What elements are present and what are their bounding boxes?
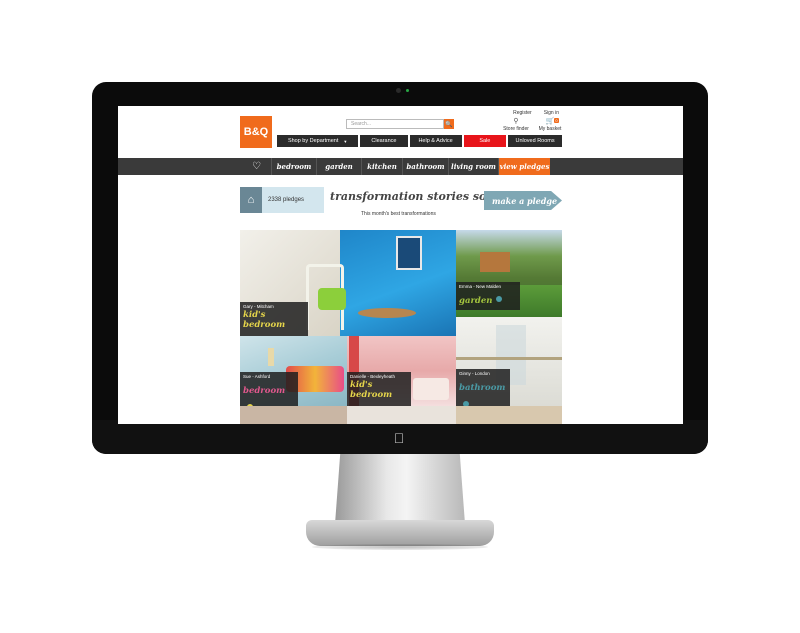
tile-author: Ginny - London <box>459 371 490 376</box>
cat-bedroom[interactable]: bedroom <box>272 158 317 175</box>
logo[interactable]: B&Q <box>240 116 272 148</box>
tile-category: bathroom <box>459 383 506 393</box>
tile-category: bedroom <box>243 386 286 396</box>
basket-icon: 🛒 <box>545 118 555 125</box>
apple-logo-icon:  <box>392 430 406 446</box>
menu-shop-by-department[interactable]: Shop by Department ▼ <box>277 135 359 147</box>
camera-icon <box>396 88 401 93</box>
basket-count: 0 <box>554 118 559 123</box>
tile-caption: Emma - New Malden garden <box>456 282 520 310</box>
menu-clearance[interactable]: Clearance <box>360 135 408 147</box>
register-link[interactable]: Register <box>513 110 532 116</box>
heart-home-icon[interactable]: ♡ <box>242 158 272 175</box>
store-finder-link[interactable]: ⚲ Store finder <box>501 118 531 132</box>
monitor-stand-base <box>306 520 494 546</box>
tile-author: Danielle - Bexleyheath <box>350 374 396 379</box>
green-cushion <box>318 288 346 310</box>
tile-caption: Ginny - London bathroom <box>456 369 510 406</box>
tile-caption: Danielle - Bexleyheath kid's bedroom <box>347 372 411 406</box>
tile-category: garden <box>459 296 493 306</box>
stand-shadow <box>312 544 488 550</box>
category-nav: ♡ bedroom garden kitchen bathroom living… <box>118 158 683 175</box>
search-icon: 🔍 <box>445 121 453 128</box>
bed <box>413 378 449 400</box>
cat-kitchen[interactable]: kitchen <box>362 158 403 175</box>
play-icon[interactable] <box>496 295 503 302</box>
home-icon: ⌂ <box>240 187 262 213</box>
tile-category: kid's bedroom <box>243 310 286 330</box>
tile-category: kid's bedroom <box>350 380 393 400</box>
stories-subtitle: This month's best transformations <box>361 211 436 217</box>
side-table <box>358 308 416 318</box>
cat-living-room[interactable]: living room <box>449 158 499 175</box>
store-finder-label: Store finder <box>503 126 529 132</box>
cat-garden[interactable]: garden <box>317 158 362 175</box>
search-button[interactable]: 🔍 <box>444 119 454 129</box>
lamp <box>268 348 274 366</box>
tile-gary-mitcham[interactable]: Gary - Mitcham kid's bedroom <box>240 230 456 336</box>
monitor-stand <box>335 454 465 524</box>
tile-author: Gary - Mitcham <box>243 304 274 309</box>
tile-author: Sue - Ashford <box>243 374 271 379</box>
tile-partial-3[interactable] <box>456 406 562 424</box>
tile-danielle-bexleyheath[interactable]: Danielle - Bexleyheath kid's bedroom <box>347 336 456 406</box>
cat-bathroom[interactable]: bathroom <box>403 158 449 175</box>
tile-ginny-london[interactable]: Ginny - London bathroom <box>456 317 562 406</box>
tile-partial-2[interactable] <box>347 406 456 424</box>
tile-caption: Gary - Mitcham kid's bedroom <box>240 302 308 336</box>
tile-caption: Sue - Ashford bedroom <box>240 372 298 406</box>
account-links: Register Sign in <box>513 110 559 116</box>
pledge-counter: ⌂ 2338 pledges <box>240 187 324 213</box>
main-menu: Shop by Department ▼ Clearance Help & Ad… <box>277 135 562 147</box>
make-pledge-button[interactable]: make a pledge <box>484 191 562 210</box>
menu-sale[interactable]: Sale <box>463 135 507 147</box>
menu-help-advice[interactable]: Help & Advice <box>409 135 462 147</box>
menu-unloved-rooms[interactable]: Unloved Rooms <box>508 135 562 147</box>
camera-led <box>406 89 409 92</box>
stories-title: transformation stories so far <box>330 190 508 203</box>
basket-label: My basket <box>538 126 562 132</box>
pledge-count: 2338 pledges <box>268 197 305 203</box>
tile-author: Emma - New Malden <box>459 284 502 289</box>
sign-in-link[interactable]: Sign in <box>544 110 559 116</box>
fence <box>480 252 510 272</box>
screen: Register Sign in B&Q Search... 🔍 ⚲ Store… <box>118 106 683 424</box>
tile-partial-1[interactable] <box>240 406 347 424</box>
search-input[interactable]: Search... <box>346 119 444 129</box>
poster <box>396 236 422 270</box>
tile-emma-new-malden[interactable]: Emma - New Malden garden <box>456 230 562 317</box>
basket-link[interactable]: 🛒 0 My basket <box>537 118 563 132</box>
cat-view-pledges[interactable]: view pledges <box>499 158 550 175</box>
chevron-down-icon: ▼ <box>343 138 348 144</box>
store-finder-icon: ⚲ <box>513 118 519 125</box>
tile-border <box>456 357 562 360</box>
tile-sue-ashford[interactable]: Sue - Ashford bedroom <box>240 336 347 406</box>
